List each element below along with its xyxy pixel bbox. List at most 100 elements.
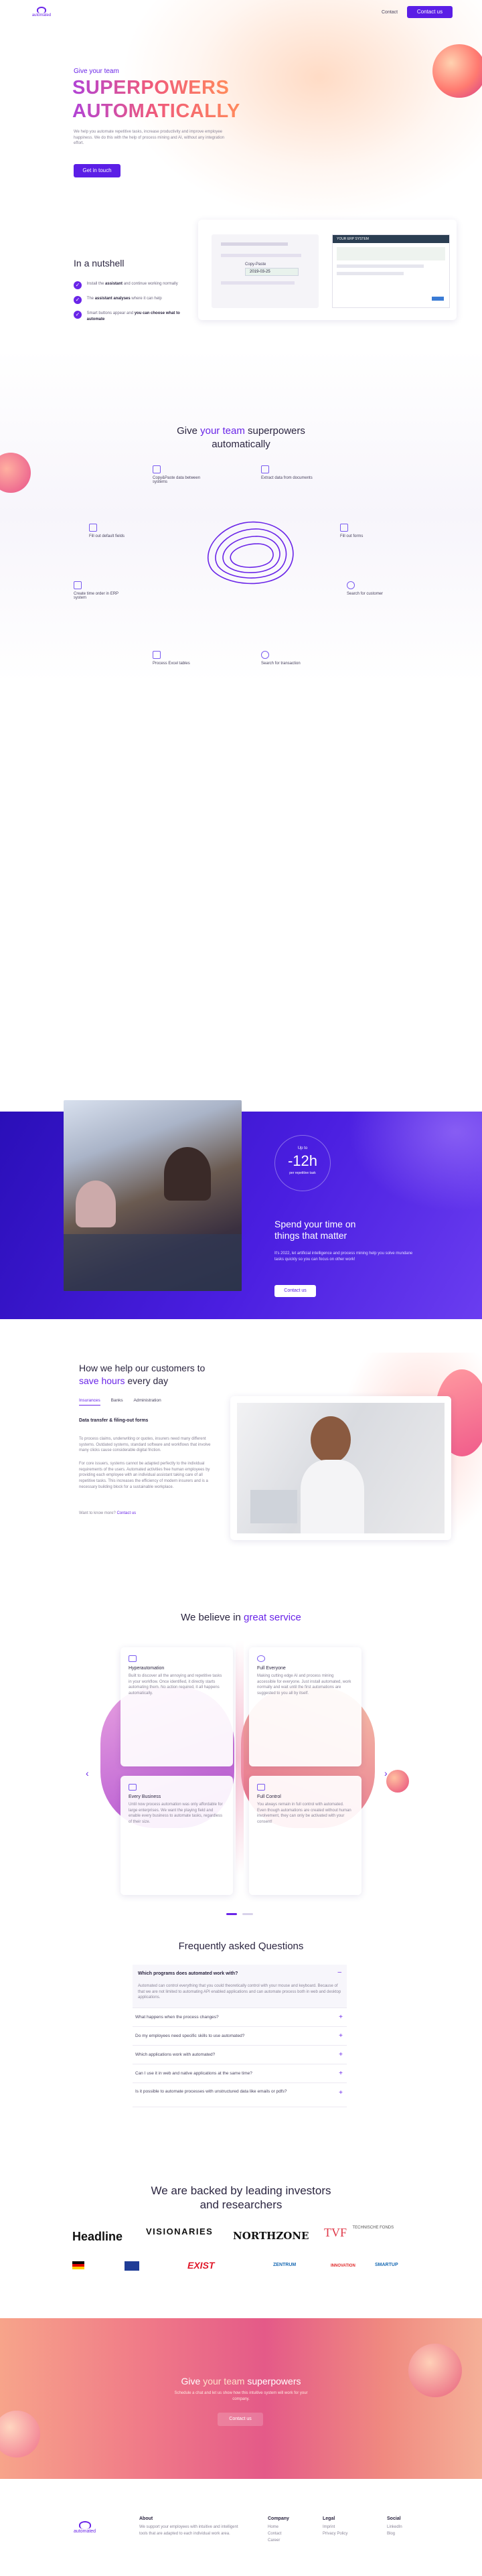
hours-value: -12h	[287, 1152, 318, 1169]
faq-item[interactable]: Which applications work with automated? +	[133, 2046, 347, 2065]
service-card-everyone: Full Everyone Making cutting edge AI and…	[249, 1647, 362, 1766]
feature-default-fields: Fill out default fields	[89, 524, 143, 538]
superpowers-blob	[208, 521, 294, 585]
footer-link[interactable]: Blog	[387, 2530, 402, 2537]
briefcase-icon	[129, 1784, 137, 1791]
cta-title: Give your team superpowers	[181, 2376, 301, 2386]
cta-band-button[interactable]: Contact us	[218, 2413, 263, 2426]
feature-time-order: Create time order in ERP system	[74, 581, 127, 600]
faq-item[interactable]: Can I use it in web and native applicati…	[133, 2064, 347, 2084]
footer-link[interactable]: Career	[268, 2537, 289, 2544]
footer-link[interactable]: Imprint	[323, 2524, 347, 2530]
save-title-2: things that matter	[274, 1230, 347, 1241]
service-orb	[386, 1770, 409, 1793]
cta-orb-right	[408, 2344, 462, 2397]
team-photo	[64, 1100, 242, 1291]
exist-logo: EXIST	[187, 2260, 215, 2271]
carousel-prev-button[interactable]: ‹	[86, 1768, 89, 1778]
hero-eyebrow: Give your team	[74, 68, 119, 75]
hero-title-line2: AUTOMATICALLY	[72, 100, 240, 122]
footer-legal: Legal Imprint Privacy Policy	[323, 2516, 347, 2537]
copy-icon	[153, 465, 161, 473]
plus-icon[interactable]: +	[339, 2046, 343, 2064]
robot-icon	[129, 1655, 137, 1662]
help-contact-link[interactable]: Contact us	[116, 1511, 136, 1515]
logo-northzone: NORTHZONE	[233, 2230, 309, 2242]
footer-link[interactable]: LinkedIn	[387, 2524, 402, 2530]
faq-item[interactable]: Do my employees need specific skills to …	[133, 2027, 347, 2046]
help-more: Want to know more? Contact us	[79, 1511, 137, 1515]
check-icon: ✓	[74, 311, 82, 319]
mockup-field-value: 2019-03-25	[245, 268, 299, 276]
innovation-logo: INNOVATION	[331, 2264, 355, 2268]
carousel-dot[interactable]	[242, 1913, 254, 1915]
collapse-icon[interactable]: –	[337, 1969, 341, 1976]
save-cta-button[interactable]: Contact us	[274, 1285, 316, 1297]
hero-orb	[432, 44, 482, 98]
nutshell-mockup: Copy-Paste 2019-03-25 YOUR ERP SYSTEM	[198, 220, 457, 320]
hero-title-line1: SUPERPOWERS	[72, 77, 230, 98]
mockup-erp-header: YOUR ERP SYSTEM	[333, 235, 449, 243]
nutshell-item: ✓ The assistant analyses where it can he…	[74, 296, 187, 304]
hours-up-to: Up to	[297, 1146, 308, 1150]
hero-cta-button[interactable]: Get in touch	[74, 164, 120, 177]
mockup-field-label: Copy-Paste	[245, 262, 266, 267]
nutshell-title: In a nutshell	[74, 258, 125, 269]
help-photo-frame	[230, 1396, 451, 1540]
logo[interactable]: automated	[27, 7, 56, 17]
faq-item[interactable]: Is it possible to automate processes wit…	[133, 2083, 347, 2108]
logo-mark-icon	[37, 7, 46, 13]
footer-company: Company Home Contact Career	[268, 2516, 289, 2545]
plus-icon[interactable]: +	[339, 2089, 343, 2098]
zentrum-logo: ZENTRUM	[273, 2263, 297, 2267]
faq-item-open[interactable]: Which programs does automated work with?…	[133, 1965, 347, 2009]
nutshell-item: ✓ Install the assistant and continue wor…	[74, 281, 187, 289]
footer-link[interactable]: Privacy Policy	[323, 2530, 347, 2537]
footer-link[interactable]: Contact	[268, 2530, 289, 2537]
control-icon	[257, 1784, 265, 1791]
plus-icon[interactable]: +	[339, 2008, 343, 2027]
service-card-business: Every Business Until now process automat…	[120, 1776, 233, 1895]
backed-title-1: We are backed by leading investors	[151, 2184, 331, 2197]
extract-icon	[261, 465, 269, 473]
tab-administration[interactable]: Administration	[134, 1398, 161, 1403]
help-tabs: Insurances Banks Administration	[79, 1398, 161, 1406]
carousel-dot[interactable]	[226, 1913, 237, 1915]
logo-mark-icon	[78, 2521, 91, 2529]
service-title: We believe in great service	[181, 1612, 301, 1623]
check-icon: ✓	[74, 281, 82, 289]
service-bg-center	[236, 1641, 244, 1875]
support-photo	[237, 1403, 445, 1533]
faq-list: Which programs does automated work with?…	[133, 1965, 347, 2108]
logo-headline: Headline	[72, 2230, 123, 2243]
excel-icon	[153, 651, 161, 659]
help-title-2: save hours every day	[79, 1375, 169, 1386]
header-contact-button[interactable]: Contact us	[407, 6, 453, 18]
tab-banks[interactable]: Banks	[111, 1398, 123, 1403]
tab-insurances[interactable]: Insurances	[79, 1398, 100, 1406]
search-icon	[347, 581, 355, 589]
order-icon	[74, 581, 82, 589]
footer-logo[interactable]: automated	[74, 2521, 96, 2534]
feature-search-customer: Search for customer	[347, 581, 400, 596]
backed-title-2: and researchers	[199, 2198, 283, 2211]
form-icon	[340, 524, 348, 532]
smartup-logo: SMARTUP	[375, 2263, 398, 2267]
nutshell-item: ✓ Smart buttons appear and you can choos…	[74, 311, 187, 323]
faq-item[interactable]: What happens when the process changes? +	[133, 2008, 347, 2028]
footer-link[interactable]: Home	[268, 2524, 289, 2530]
footer	[0, 2479, 482, 2576]
plus-icon[interactable]: +	[339, 2064, 343, 2083]
carousel-dots	[226, 1906, 254, 1918]
plus-icon[interactable]: +	[339, 2027, 343, 2046]
superpowers-subtitle: automatically	[212, 439, 270, 450]
feature-excel: Process Excel tables	[153, 651, 206, 666]
feature-copy-paste: Copy&Paste data between systems	[153, 465, 206, 484]
logo-technische-fonds: TVF TECHNISCHE FONDS	[324, 2226, 394, 2239]
faq-title: Frequently asked Questions	[178, 1941, 304, 1952]
feature-fill-forms: Fill out forms	[340, 524, 394, 538]
nutshell-list: ✓ Install the assistant and continue wor…	[74, 281, 187, 323]
feature-extract-data: Extract data from documents	[261, 465, 315, 480]
help-paragraph-2: For core issuers, systems cannot be adap…	[79, 1462, 210, 1489]
nav-contact-link[interactable]: Contact	[382, 10, 398, 15]
